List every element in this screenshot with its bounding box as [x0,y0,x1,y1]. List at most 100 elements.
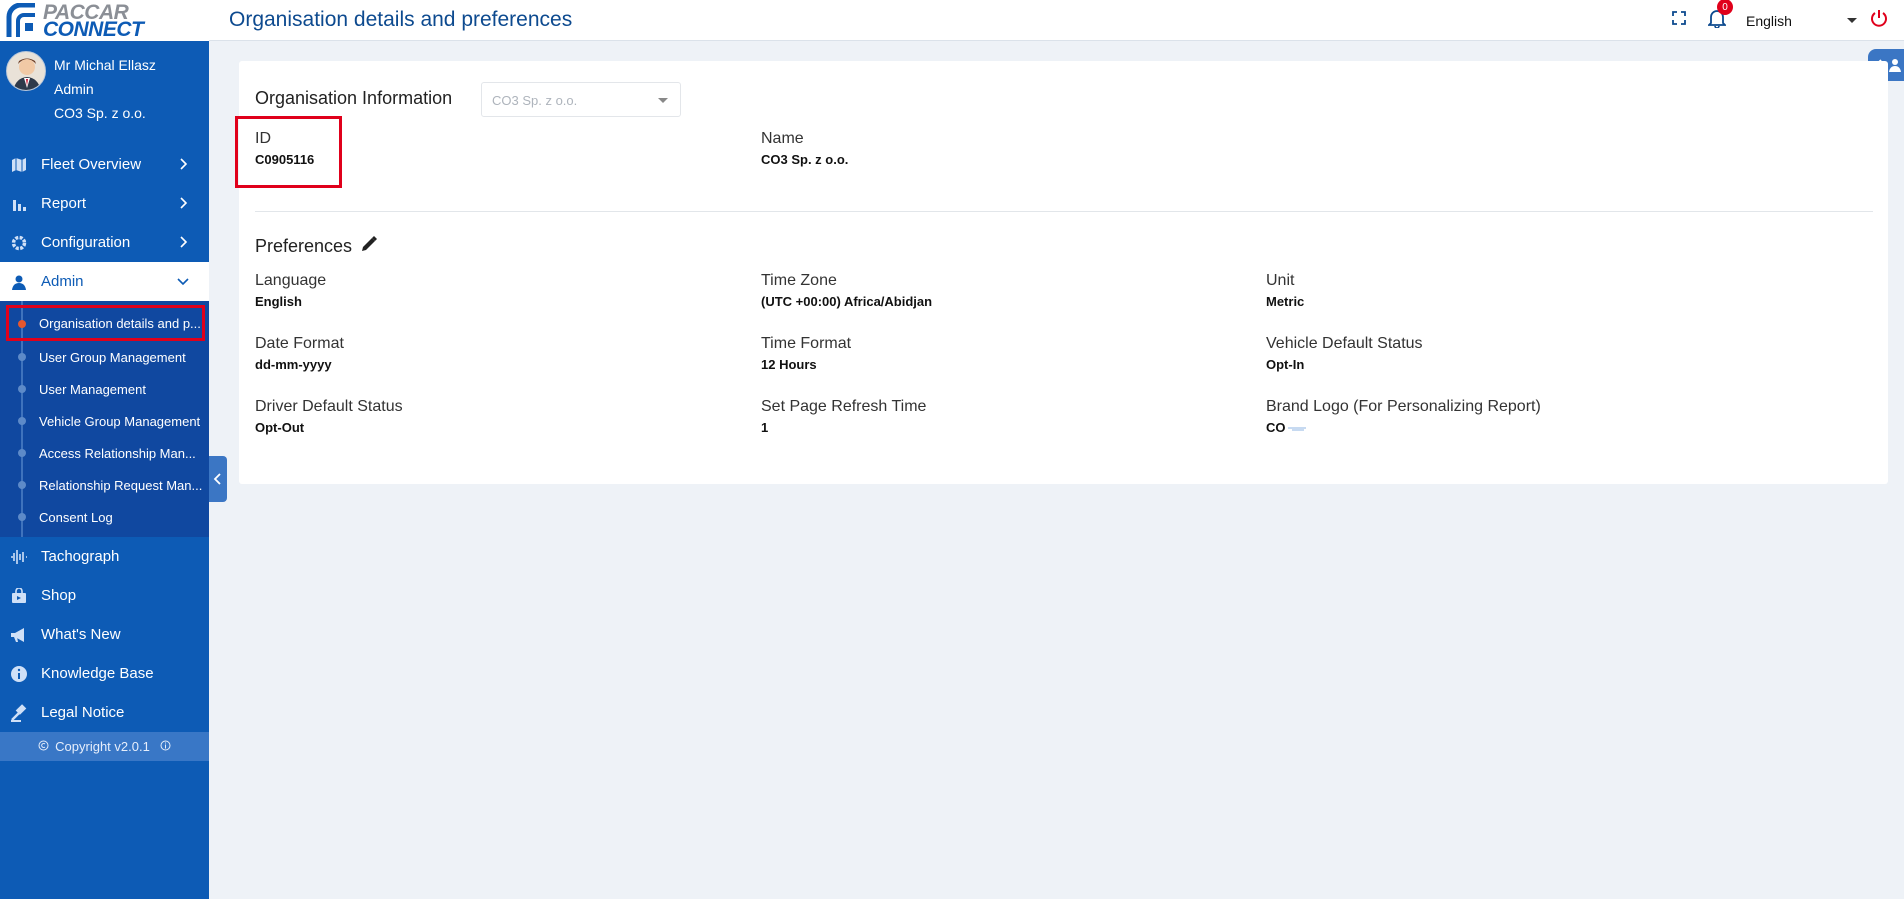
nav-whats-new[interactable]: What's New [0,615,209,654]
field-value: CO3 Sp. z o.o. [761,152,849,167]
nav-tachograph[interactable]: Tachograph [0,537,209,576]
organisation-select[interactable]: CO3 Sp. z o.o. [481,82,681,117]
field-label: Vehicle Default Status [1266,335,1423,352]
logo-mark-icon [5,2,41,39]
bar-chart-icon [10,195,28,213]
org-id-field: ID C0905116 [255,129,314,167]
field-value: 12 Hours [761,357,817,372]
field-value: dd-mm-yyyy [255,357,332,372]
user-org: CO3 Sp. z o.o. [54,105,146,121]
bullet-dot [18,449,26,457]
brand-logo-text: CO [1266,420,1286,435]
field-label: Brand Logo (For Personalizing Report) [1266,398,1541,415]
chevron-right-icon [179,196,189,213]
field-value: (UTC +00:00) Africa/Abidjan [761,294,933,309]
field-value: 1 [761,420,769,435]
user-role: Admin [54,81,94,97]
nav-label: Report [41,195,87,212]
sub-label: Access Relationship Man... [39,445,196,461]
nav-label: Shop [41,587,77,604]
sub-label: Relationship Request Man... [39,477,203,493]
megaphone-icon [10,626,28,644]
notification-bell-icon[interactable]: 0 [1706,0,1733,33]
organisation-card: Organisation Information CO3 Sp. z o.o. … [235,61,1888,484]
caret-down-icon[interactable] [1846,12,1858,30]
sub-item-relationship-request[interactable]: Relationship Request Man... [0,469,209,501]
version-info-icon[interactable] [160,739,171,754]
nav-shop[interactable]: Shop [0,576,209,615]
bullet-dot [18,513,26,521]
sub-item-consent-log[interactable]: Consent Log [0,501,209,533]
nav-legal-notice[interactable]: Legal Notice [0,693,209,732]
sidebar: PACCAR CONNECT Mr Michal Ellasz Admin CO… [0,0,209,899]
info-icon [10,665,28,683]
admin-submenu: Organisation details and p... User Group… [0,301,209,537]
field-label: Language [255,272,327,289]
field-label: ID [255,130,271,147]
paccar-connect-logo[interactable]: PACCAR CONNECT [0,0,209,41]
nav-label: Knowledge Base [41,665,154,682]
bullet-dot [18,481,26,489]
nav-label: Admin [41,273,84,290]
field-label: Date Format [255,335,344,352]
brand-logo-image: CO [1266,420,1541,435]
nav-label: Configuration [41,234,131,251]
pref-brand-logo: Brand Logo (For Personalizing Report) CO [1266,397,1541,435]
edit-pencil-icon[interactable] [360,235,378,258]
language-selector[interactable]: English [1746,13,1846,29]
sub-item-user-management[interactable]: User Management [0,373,209,405]
nav-label: What's New [41,626,121,643]
pref-unit: Unit Metric [1266,271,1304,309]
sub-label: Consent Log [39,509,113,525]
bullet-dot [18,385,26,393]
bullet-dot [18,417,26,425]
preferences-title-text: Preferences [255,236,353,256]
field-value: Opt-In [1266,357,1305,372]
waveform-icon [10,548,28,566]
person-icon [1889,59,1901,72]
pref-driver-default-status: Driver Default Status Opt-Out [255,397,403,435]
sidebar-collapse-button[interactable] [209,456,227,502]
nav-configuration[interactable]: Configuration [0,223,209,262]
nav-knowledge-base[interactable]: Knowledge Base [0,654,209,693]
nav-admin[interactable]: Admin [0,262,209,301]
chevron-right-icon [179,235,189,252]
field-label: Driver Default Status [255,398,403,415]
copyright-icon [38,739,49,754]
preferences-title: Preferences [255,235,378,258]
field-label: Name [761,130,804,147]
user-name: Mr Michal Ellasz [54,57,156,73]
avatar[interactable] [6,51,46,91]
sub-item-access-relationship[interactable]: Access Relationship Man... [0,437,209,469]
sub-label: User Group Management [39,349,186,365]
pref-page-refresh-time: Set Page Refresh Time 1 [761,397,926,435]
section-divider [255,211,1873,212]
nav-report[interactable]: Report [0,184,209,223]
top-header: Organisation details and preferences 0 E… [209,0,1904,41]
gavel-icon [10,703,28,722]
fullscreen-icon[interactable] [1672,11,1686,30]
org-name-field: Name CO3 Sp. z o.o. [761,129,848,167]
pref-date-format: Date Format dd-mm-yyyy [255,334,344,372]
bullet-dot [18,353,26,361]
map-icon [10,156,28,174]
field-value: Opt-Out [255,420,305,435]
pref-time-zone: Time Zone (UTC +00:00) Africa/Abidjan [761,271,932,309]
sub-item-vehicle-group-management[interactable]: Vehicle Group Management [0,405,209,437]
field-value: English [255,294,302,309]
person-icon [10,273,28,291]
chevron-left-icon [213,473,221,485]
power-icon[interactable] [1870,9,1888,32]
pref-time-format: Time Format 12 Hours [761,334,851,372]
sub-item-user-group-management[interactable]: User Group Management [0,341,209,373]
brand-line2: CONNECT [43,17,144,41]
user-profile: Mr Michal Ellasz Admin CO3 Sp. z o.o. [0,41,209,145]
copyright-bar: Copyright v2.0.1 [0,732,209,761]
organisation-info-title: Organisation Information [255,88,453,108]
gear-icon [10,234,28,252]
nav-fleet-overview[interactable]: Fleet Overview [0,145,209,184]
field-label: Time Zone [761,272,837,289]
sub-item-organisation-details[interactable]: Organisation details and p... [6,305,205,341]
nav-label: Tachograph [41,548,120,565]
organisation-select-value: CO3 Sp. z o.o. [492,93,578,108]
